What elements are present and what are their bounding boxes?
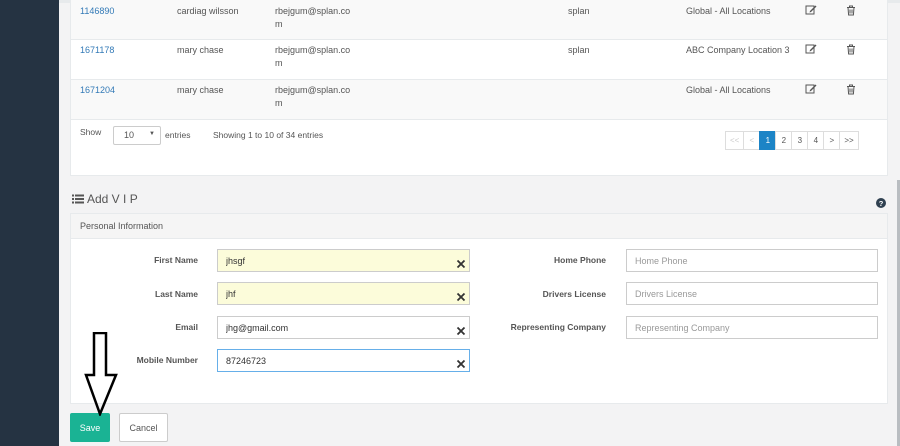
close-icon[interactable] [456, 256, 466, 269]
first-name-label: First Name [154, 255, 198, 265]
pagination: << < 1 2 3 4 > >> [725, 131, 859, 150]
list-icon [72, 194, 84, 204]
personal-info-form: Personal Information First Name Last Nam… [70, 213, 888, 404]
row-email: rbejgum@splan.com [275, 6, 351, 29]
last-name-input[interactable] [217, 282, 470, 305]
close-icon[interactable] [456, 356, 466, 369]
table-row: 1146890 cardiag wilsson rbejgum@splan.co… [71, 0, 887, 39]
save-button[interactable]: Save [70, 413, 110, 442]
row-id-link[interactable]: 1146890 [80, 6, 114, 16]
page-length-value: 10 [124, 130, 135, 140]
close-icon[interactable] [456, 323, 466, 336]
edit-icon[interactable] [805, 43, 817, 58]
edit-icon[interactable] [805, 83, 817, 98]
page-4[interactable]: 4 [807, 131, 825, 150]
show-label: Show [80, 127, 102, 137]
annotation-arrow [84, 332, 118, 416]
page-2[interactable]: 2 [775, 131, 793, 150]
row-divider [71, 119, 887, 120]
row-name: mary chase [177, 45, 224, 55]
row-name: mary chase [177, 85, 224, 95]
drivers-license-label: Drivers License [542, 289, 606, 299]
sidebar [0, 0, 59, 446]
close-icon[interactable] [456, 289, 466, 302]
vip-table-panel: 1146890 cardiag wilsson rbejgum@splan.co… [70, 0, 888, 176]
row-email: rbejgum@splan.com [275, 85, 351, 108]
page-length-control: Show 10 ▼ entries Showing 1 to 10 of 34 … [80, 126, 323, 145]
table-info: Showing 1 to 10 of 34 entries [213, 130, 324, 140]
representing-company-input[interactable] [626, 316, 878, 339]
form-header-title: Personal Information [80, 221, 164, 231]
representing-company-label: Representing Company [510, 322, 606, 332]
cancel-button[interactable]: Cancel [119, 413, 168, 442]
drivers-license-input[interactable] [626, 282, 878, 305]
entries-label: entries [165, 130, 191, 140]
home-phone-input[interactable] [626, 249, 878, 272]
caret-down-icon: ▼ [149, 131, 155, 137]
email-input[interactable] [217, 316, 470, 339]
page-prev[interactable]: < [743, 131, 761, 150]
row-id-link[interactable]: 1671204 [80, 85, 115, 95]
question-circle-icon[interactable]: ? [876, 195, 886, 208]
table-row: 1671178 mary chase rbejgum@splan.com spl… [71, 40, 887, 79]
page-next[interactable]: > [823, 131, 841, 150]
row-name: cardiag wilsson [177, 6, 239, 16]
row-location: Global - All Locations [686, 85, 771, 95]
section-title: Add V I P [72, 192, 138, 206]
row-location: Global - All Locations [686, 6, 771, 16]
edit-icon[interactable] [805, 4, 817, 19]
form-header: Personal Information [71, 214, 887, 239]
trash-icon[interactable] [846, 44, 856, 57]
section-title-text: Add V I P [87, 192, 138, 206]
row-id-link[interactable]: 1671178 [80, 45, 114, 55]
page-1[interactable]: 1 [759, 131, 777, 150]
mobile-number-input[interactable] [217, 349, 470, 372]
page-first[interactable]: << [725, 131, 745, 150]
page-3[interactable]: 3 [791, 131, 809, 150]
page-length-select[interactable]: 10 ▼ [113, 126, 161, 145]
table-row: 1671204 mary chase rbejgum@splan.com Glo… [71, 80, 887, 119]
page-last[interactable]: >> [839, 131, 859, 150]
first-name-input[interactable] [217, 249, 470, 272]
email-label: Email [175, 322, 198, 332]
trash-icon[interactable] [846, 5, 856, 18]
trash-icon[interactable] [846, 84, 856, 97]
row-department: splan [568, 6, 590, 16]
svg-text:?: ? [879, 199, 884, 208]
row-email: rbejgum@splan.com [275, 45, 351, 68]
last-name-label: Last Name [155, 289, 198, 299]
row-department: splan [568, 45, 590, 55]
row-location: ABC Company Location 3 [686, 45, 790, 55]
home-phone-label: Home Phone [554, 255, 606, 265]
